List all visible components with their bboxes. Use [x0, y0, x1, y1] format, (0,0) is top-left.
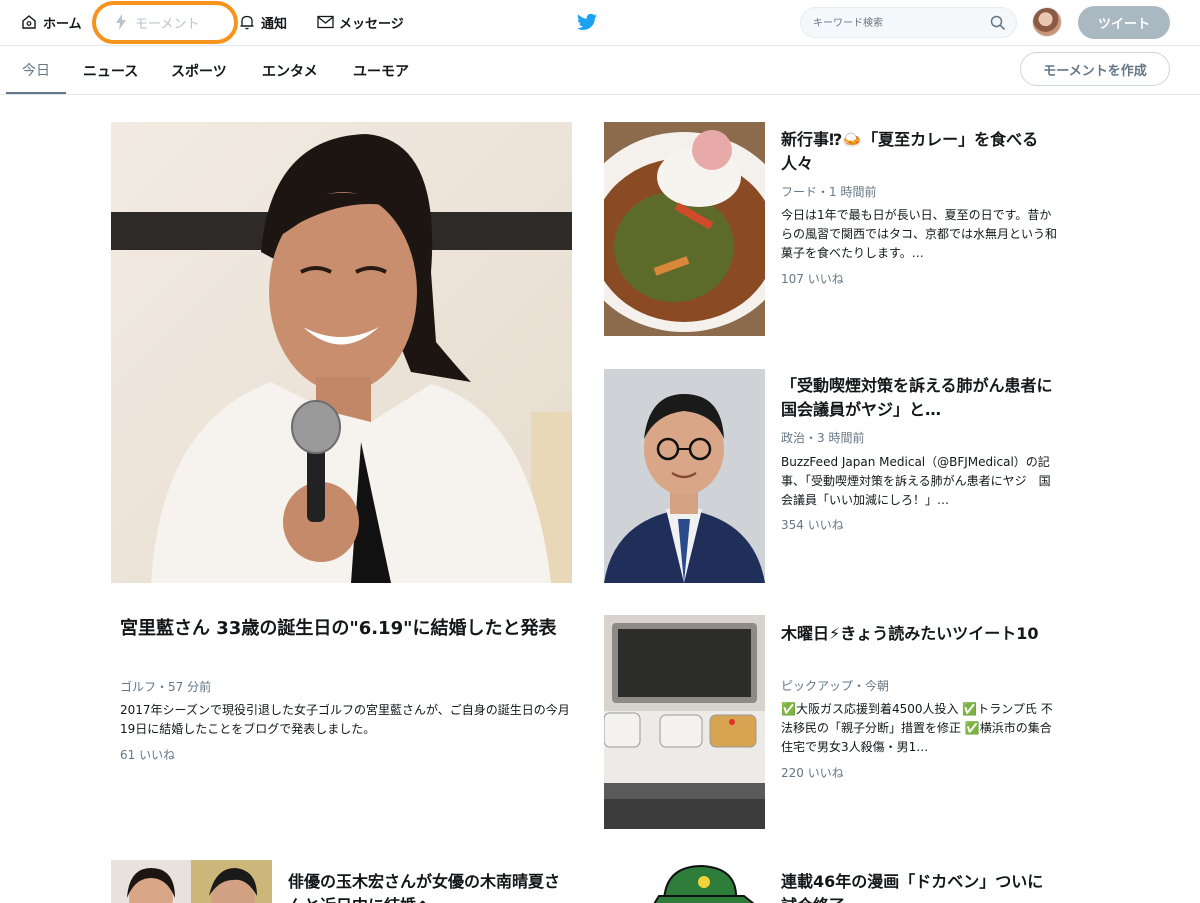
story-meta: フード・1 時間前: [781, 185, 877, 199]
tab-sports[interactable]: スポーツ: [171, 47, 227, 94]
search-box[interactable]: [800, 7, 1017, 38]
nav-home[interactable]: ホーム: [20, 11, 82, 33]
story-thumbnail-curry[interactable]: [604, 122, 765, 336]
story-description: ✅大阪ガス応援到着4500人投入 ✅トランプ氏 不法移民の「親子分断」措置を修正…: [781, 702, 1053, 754]
tweet-button[interactable]: ツイート: [1078, 6, 1170, 39]
story-title[interactable]: 「受動喫煙対策を訴える肺がん患者に国会議員がヤジ」と…: [781, 374, 1056, 422]
create-moment-button[interactable]: モーメントを作成: [1020, 52, 1170, 86]
lightning-icon: [112, 13, 130, 31]
story-title[interactable]: 新行事⁉🍛「夏至カレー」を食べる人々: [781, 128, 1056, 176]
tab-news[interactable]: ニュース: [83, 47, 138, 94]
bell-icon: [238, 13, 256, 31]
story-thumbnail-dokaben[interactable]: [604, 860, 765, 903]
search-input[interactable]: [813, 14, 983, 32]
story-likes: 220 いいね: [781, 766, 844, 780]
envelope-icon: [316, 13, 334, 31]
search-icon[interactable]: [990, 15, 1006, 31]
story-title[interactable]: 木曜日⚡きょう読みたいツイート10: [781, 622, 1056, 646]
avatar[interactable]: [1032, 7, 1062, 37]
feature-likes: 61 いいね: [120, 748, 176, 762]
nav-moments-label: モーメント: [135, 16, 200, 32]
story-title[interactable]: 俳優の玉木宏さんが女優の木南晴夏さんと近日中に結婚へ: [288, 870, 568, 903]
nav-messages-label: メッセージ: [339, 16, 404, 32]
story-thumbnail-couple[interactable]: [111, 860, 272, 903]
story-meta: 政治・3 時間前: [781, 431, 865, 445]
category-tabs: 今日 ニュース スポーツ エンタメ ユーモア モーメントを作成: [0, 47, 1200, 95]
twitter-bird-icon[interactable]: [577, 13, 597, 31]
nav-notifications[interactable]: 通知: [238, 11, 287, 33]
story-title[interactable]: 連載46年の漫画「ドカベン」ついに試合終了: [781, 870, 1056, 903]
tab-today[interactable]: 今日: [6, 47, 66, 94]
top-navigation-bar: ホーム モーメント 通知 メッセージ ツイート: [0, 0, 1200, 46]
nav-moments[interactable]: モーメント: [112, 11, 199, 33]
home-icon: [20, 13, 38, 31]
tab-entertainment[interactable]: エンタメ: [262, 47, 318, 94]
story-thumbnail-rice-cooker[interactable]: [604, 615, 765, 829]
nav-home-label: ホーム: [43, 16, 82, 32]
story-description: 今日は1年で最も日が長い日、夏至の日です。昔からの風習で関西ではタコ、京都では水…: [781, 208, 1058, 260]
feature-title[interactable]: 宮里藍さん 33歳の誕生日の"6.19"に結婚したと発表: [120, 616, 570, 642]
tab-humor[interactable]: ユーモア: [353, 47, 409, 94]
feature-meta: ゴルフ・57 分前: [120, 680, 212, 694]
nav-messages[interactable]: メッセージ: [316, 11, 404, 33]
story-likes: 354 いいね: [781, 518, 844, 532]
nav-notifications-label: 通知: [261, 16, 288, 32]
story-meta: ピックアップ・今朝: [781, 679, 890, 693]
story-thumbnail-politician[interactable]: [604, 369, 765, 583]
story-description: BuzzFeed Japan Medical（@BFJMedical）の記事、「…: [781, 455, 1051, 507]
feature-photo[interactable]: [111, 122, 572, 583]
feature-description: 2017年シーズンで現役引退した女子ゴルフの宮里藍さんが、ご自身の誕生日の今月1…: [120, 703, 570, 736]
story-likes: 107 いいね: [781, 272, 844, 286]
